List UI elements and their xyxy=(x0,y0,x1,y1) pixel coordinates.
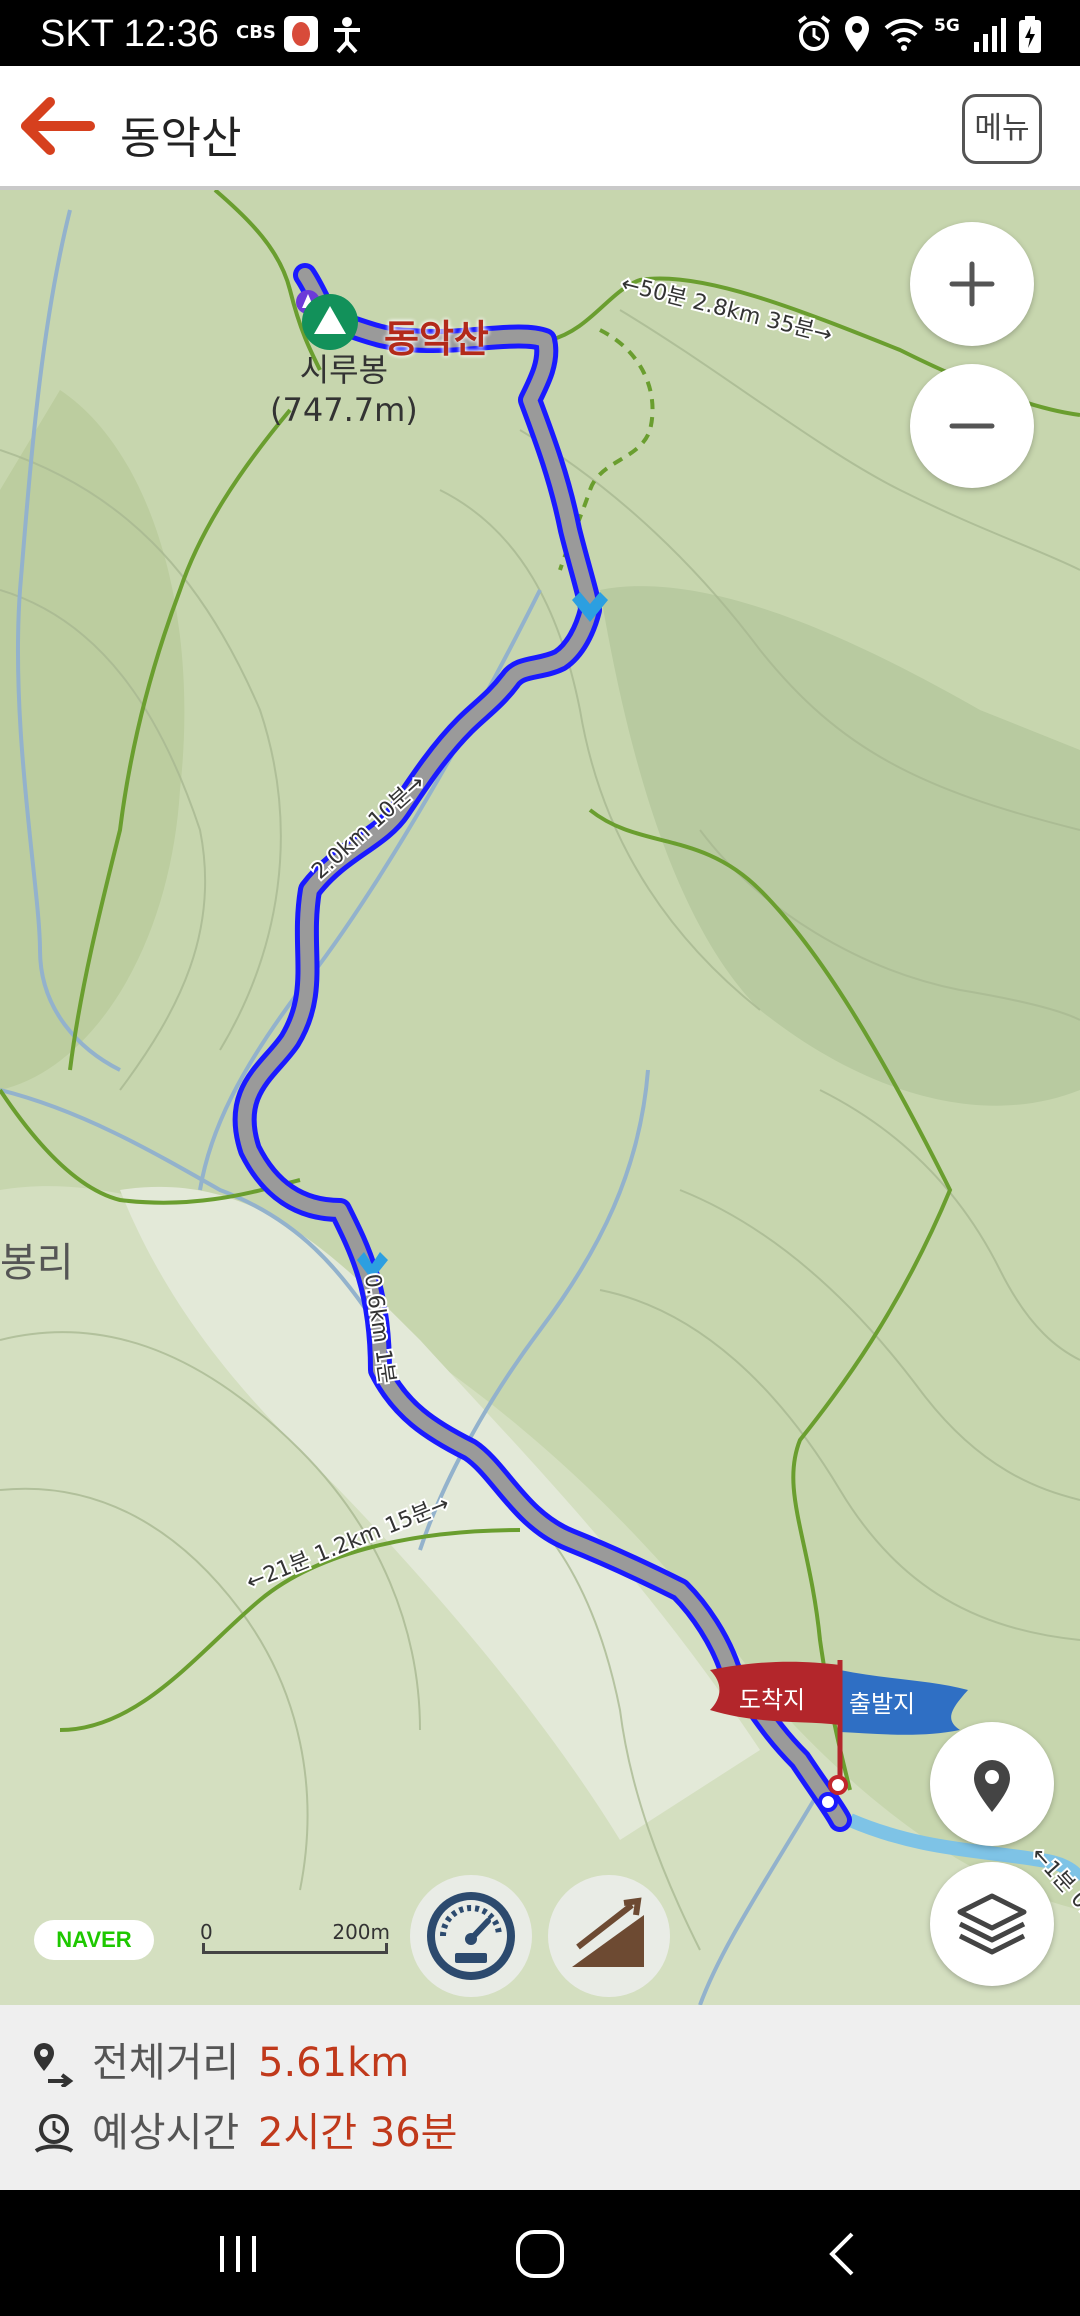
recent-apps-icon[interactable] xyxy=(208,2224,268,2284)
speedometer-button[interactable] xyxy=(410,1875,532,1997)
trail-label-1: ←50분 2.8km 35분→ xyxy=(619,272,835,349)
speedometer-icon xyxy=(427,1892,515,1980)
status-bar: SKT 12:36 CBS 5G xyxy=(0,0,1080,66)
elevation-button[interactable] xyxy=(548,1875,670,1997)
finish-flag-label: 도착지 xyxy=(739,1686,805,1714)
accessibility-icon xyxy=(334,17,360,54)
map-pin-icon xyxy=(974,1760,1010,1812)
home-icon[interactable] xyxy=(510,2224,570,2284)
my-location-button[interactable] xyxy=(930,1722,1054,1846)
scale-bar xyxy=(202,1943,388,1954)
trail-map[interactable]: ←50분 2.8km 35분→ ←21분 1.2km 15분→ 2.0km 10… xyxy=(0,190,1080,2005)
time-value: 2시간 36분 xyxy=(258,2110,458,2156)
signal-icon xyxy=(974,18,1006,52)
wifi-icon xyxy=(884,18,924,51)
peak-elevation: (747.7m) xyxy=(270,391,418,429)
zoom-out-button[interactable] xyxy=(910,364,1034,488)
mountain-label: 동악산 xyxy=(384,317,489,361)
naver-logo: NAVER xyxy=(34,1920,154,1960)
page-title: 동악산 xyxy=(120,113,242,164)
location-icon xyxy=(845,16,869,52)
distance-value: 5.61km xyxy=(258,2040,410,2086)
plus-icon xyxy=(949,261,995,307)
minus-icon xyxy=(949,423,995,429)
route-distance-icon xyxy=(34,2043,74,2087)
menu-button[interactable]: 메뉴 xyxy=(962,94,1042,164)
network-label: 5G xyxy=(934,16,960,36)
alarm-icon xyxy=(797,15,831,51)
start-flag-label: 출발지 xyxy=(849,1690,915,1718)
route-summary: 전체거리 5.61km 예상시간 2시간 36분 xyxy=(0,2005,1080,2190)
distance-label: 전체거리 xyxy=(92,2040,240,2086)
system-nav-bar xyxy=(0,2190,1080,2316)
scale-distance: 200m xyxy=(332,1920,390,1944)
app-bar: 동악산 메뉴 xyxy=(0,66,1080,190)
arrow-left-icon[interactable] xyxy=(18,96,98,156)
status-time: SKT 12:36 xyxy=(40,13,219,55)
battery-icon xyxy=(1019,16,1041,53)
zoom-in-button[interactable] xyxy=(910,222,1034,346)
elevation-icon xyxy=(572,1897,644,1967)
health-icon xyxy=(284,16,318,52)
time-label: 예상시간 xyxy=(92,2110,240,2156)
back-icon[interactable] xyxy=(814,2224,874,2284)
time-icon xyxy=(34,2114,74,2153)
layers-button[interactable] xyxy=(930,1862,1054,1986)
cbs-label: CBS xyxy=(236,22,276,43)
scale-zero: 0 xyxy=(200,1920,213,1944)
map-scale: 0 200m xyxy=(200,1920,390,1960)
layers-icon xyxy=(957,1893,1027,1955)
village-label: 봉리 xyxy=(0,1240,74,1286)
